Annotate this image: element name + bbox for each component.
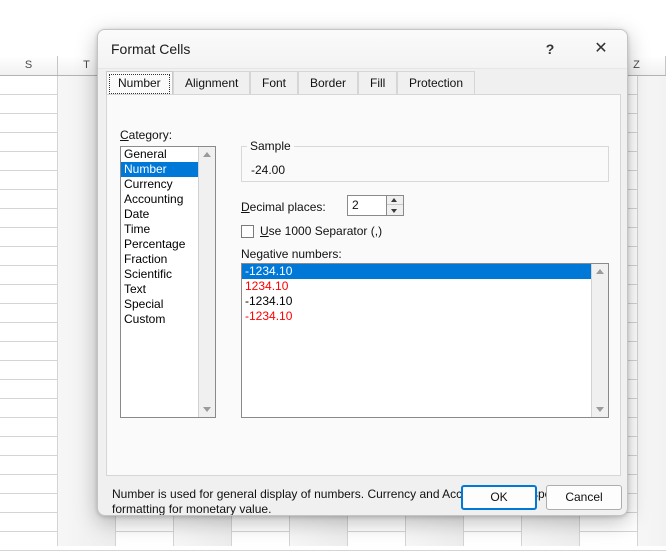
tab-label: Protection xyxy=(409,76,464,90)
negative-numbers-listbox[interactable]: -1234.10 1234.10 -1234.10 -1234.10 xyxy=(241,263,609,418)
help-icon[interactable]: ? xyxy=(528,30,572,68)
category-label: Category: xyxy=(120,128,173,142)
negative-numbers-label: Negative numbers: xyxy=(241,247,342,261)
category-item-custom[interactable]: Custom xyxy=(121,312,198,327)
tab-content-panel: Category: General Number Currency Accountin… xyxy=(106,94,621,476)
category-listbox[interactable]: General Number Currency Accounting Date Time P… xyxy=(120,146,216,418)
negative-format-option[interactable]: -1234.10 xyxy=(242,264,591,279)
spreadsheet-column xyxy=(0,76,58,546)
category-item-percentage[interactable]: Percentage xyxy=(121,237,198,252)
category-item-scientific[interactable]: Scientific xyxy=(121,267,198,282)
scroll-up-icon[interactable] xyxy=(592,264,608,280)
close-icon[interactable]: ✕ xyxy=(579,30,623,68)
sample-legend: Sample xyxy=(247,139,294,153)
format-cells-dialog: Format Cells ? ✕ Number Alignment Font Bord… xyxy=(97,29,628,516)
category-list-items: General Number Currency Accounting Date Time P… xyxy=(121,147,198,417)
sample-value: -24.00 xyxy=(251,163,286,177)
scroll-up-icon[interactable] xyxy=(199,147,215,163)
tab-number[interactable]: Number xyxy=(106,71,173,94)
category-item-text[interactable]: Text xyxy=(121,282,198,297)
tab-label: Border xyxy=(310,76,347,90)
tab-label: Fill xyxy=(370,76,386,90)
decimal-places-label: Decimal places: xyxy=(241,200,326,214)
tab-border[interactable]: Border xyxy=(298,71,359,94)
category-item-number[interactable]: Number xyxy=(121,162,198,177)
category-item-fraction[interactable]: Fraction xyxy=(121,252,198,267)
checkbox-box-icon xyxy=(241,225,254,238)
negative-numbers-items: -1234.10 1234.10 -1234.10 -1234.10 xyxy=(242,264,591,417)
negative-format-option[interactable]: -1234.10 xyxy=(242,309,591,324)
category-scrollbar[interactable] xyxy=(198,147,215,417)
dialog-title: Format Cells xyxy=(111,41,191,57)
stepper-down-icon[interactable] xyxy=(387,206,403,215)
tab-strip: Number Alignment Font Border Fill Protection xyxy=(98,69,627,94)
category-item-currency[interactable]: Currency xyxy=(121,177,198,192)
scroll-down-icon[interactable] xyxy=(199,401,215,417)
ok-button[interactable]: OK xyxy=(461,485,537,510)
tab-fill[interactable]: Fill xyxy=(358,71,398,94)
tab-label: Font xyxy=(262,76,287,90)
scroll-down-icon[interactable] xyxy=(592,401,608,417)
category-item-time[interactable]: Time xyxy=(121,222,198,237)
negative-numbers-scrollbar[interactable] xyxy=(591,264,608,417)
negative-format-option[interactable]: 1234.10 xyxy=(242,279,591,294)
use-1000-separator-label: Use 1000 Separator (,) xyxy=(260,224,383,238)
decimal-places-stepper[interactable]: 2 xyxy=(347,195,404,216)
dialog-titlebar: Format Cells ? ✕ xyxy=(98,30,627,69)
category-item-date[interactable]: Date xyxy=(121,207,198,222)
spreadsheet-column xyxy=(638,76,666,546)
stepper-up-icon[interactable] xyxy=(387,196,403,205)
tab-alignment[interactable]: Alignment xyxy=(173,71,251,94)
sample-groupbox xyxy=(241,146,609,182)
category-item-special[interactable]: Special xyxy=(121,297,198,312)
stepper-buttons xyxy=(386,196,403,215)
category-item-general[interactable]: General xyxy=(121,147,198,162)
tab-protection[interactable]: Protection xyxy=(397,71,476,94)
column-header-s[interactable]: S xyxy=(0,56,58,75)
cancel-button[interactable]: Cancel xyxy=(546,485,622,510)
tab-font[interactable]: Font xyxy=(250,71,299,94)
decimal-places-value: 2 xyxy=(352,198,359,212)
tab-label: Alignment xyxy=(185,76,239,90)
category-item-accounting[interactable]: Accounting xyxy=(121,192,198,207)
negative-format-option[interactable]: -1234.10 xyxy=(242,294,591,309)
tab-label: Number xyxy=(118,76,161,90)
